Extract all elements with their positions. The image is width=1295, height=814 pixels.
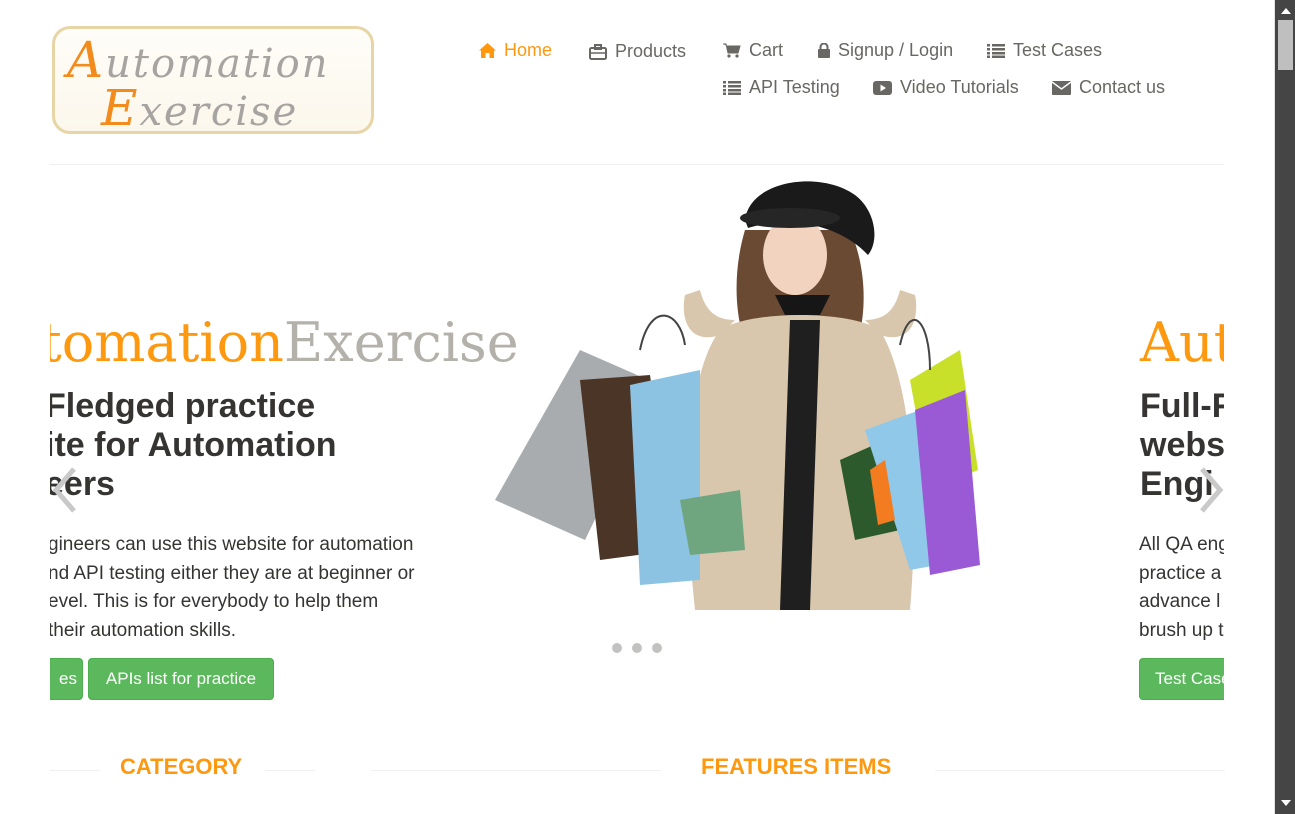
page-scrollbar[interactable] [1274,0,1295,814]
site-logo[interactable]: Automation Exercise [52,26,374,137]
carousel-dot[interactable] [632,643,642,653]
youtube-play-icon [873,80,892,95]
list-icon [987,43,1005,58]
nav-home-label: Home [504,40,553,60]
apis-list-button[interactable]: APIs list for practice [88,658,274,700]
test-cases-button[interactable]: es [50,658,83,700]
nav-signup-login[interactable]: Signup / Login [818,40,953,61]
nav-home[interactable]: Home [479,40,552,61]
category-line-right [265,770,315,771]
scrollbar-thumb[interactable] [1278,20,1293,70]
carousel-prev-chevron-icon[interactable] [50,465,80,515]
nav-video-tutorials[interactable]: Video Tutorials [873,77,1019,98]
nav-signup-login-label: Signup / Login [838,40,954,60]
category-heading: CATEGORY [120,754,243,779]
nav-contact-us[interactable]: Contact us [1052,77,1165,98]
scroll-down-arrow-icon[interactable] [1281,800,1291,806]
nav-video-tutorials-label: Video Tutorials [900,77,1019,97]
features-line-right [935,770,1225,771]
carousel-dot[interactable] [612,643,622,653]
lock-icon [818,43,830,58]
slide-left-description: gineers can use this website for automat… [50,534,415,642]
category-line-left [50,770,100,771]
scroll-up-arrow-icon[interactable] [1281,8,1291,14]
slide-right-test-cases-button[interactable]: Test Case [1139,658,1224,700]
slide-left-heading: Fledged practice ite for Automation eers [50,387,337,503]
nav-api-testing-label: API Testing [749,77,840,97]
briefcase-icon [589,43,607,60]
nav-cart-label: Cart [749,40,784,60]
home-icon [479,43,496,58]
nav-contact-us-label: Contact us [1079,77,1166,97]
slide-left-title: tomationExercise [50,311,519,374]
scrollbar-track[interactable] [1275,0,1295,814]
slide-right-description: All QA eng practice a advance l brush up… [1139,534,1224,642]
envelope-icon [1052,80,1071,95]
nav-test-cases[interactable]: Test Cases [987,40,1102,61]
hero-carousel: tomationExercise Fledged practice ite fo… [50,165,1224,710]
nav-products-label: Products [615,41,687,61]
list-icon [723,80,741,95]
features-items-heading: FEATURES ITEMS [701,754,892,779]
slide-right-title: Aut [1140,311,1224,374]
carousel-indicators [612,643,662,653]
hero-girl-shopping-image [495,181,980,610]
carousel-dot[interactable] [652,643,662,653]
nav-api-testing[interactable]: API Testing [723,77,840,98]
nav-test-cases-label: Test Cases [1013,40,1103,60]
features-line-left [371,770,661,771]
logo-line-2: Exercise [101,79,299,137]
cart-icon [723,43,741,58]
nav-cart[interactable]: Cart [723,40,783,61]
carousel-next-chevron-icon[interactable] [1196,465,1226,515]
nav-products[interactable]: Products [589,41,686,62]
